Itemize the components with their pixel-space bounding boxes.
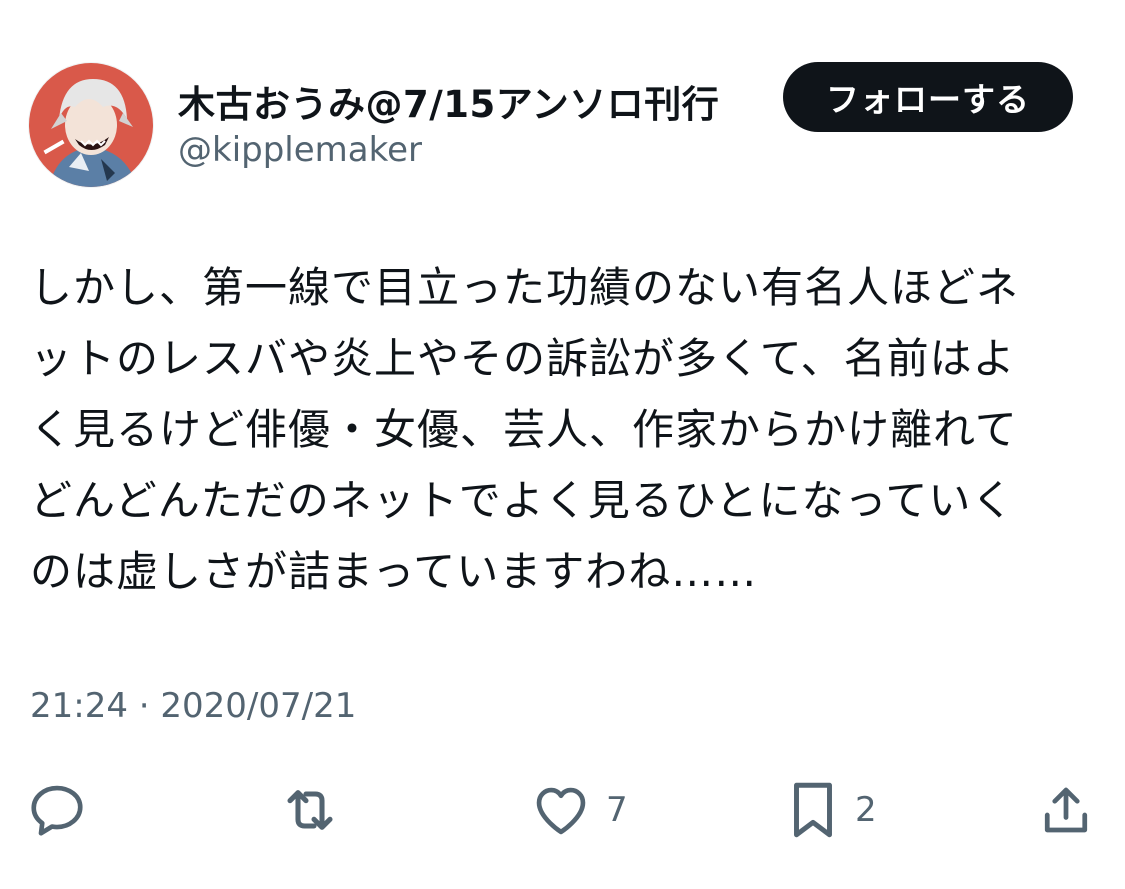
avatar[interactable]	[28, 62, 154, 188]
tweet-actions: 7 2	[0, 770, 1125, 850]
avatar-illustration	[29, 63, 153, 187]
retweet-icon	[287, 790, 333, 830]
heart-icon	[536, 787, 586, 835]
bookmark-icon	[794, 782, 832, 838]
share-icon	[1044, 787, 1088, 833]
reply-icon	[31, 785, 83, 836]
retweet-button[interactable]	[278, 770, 342, 850]
author-handle[interactable]: @kipplemaker	[178, 130, 422, 170]
bookmark-count: 2	[855, 790, 877, 830]
tweet-header: 木古おうみ@7/15アンソロ刊行 @kipplemaker フォローする	[28, 62, 1098, 192]
share-button[interactable]	[1036, 770, 1096, 850]
tweet-text: しかし、第一線で目立った功績のない有名人ほどネ ットのレスバや炎上やその訴訟が多…	[30, 263, 1020, 596]
follow-button[interactable]: フォローする	[783, 62, 1073, 132]
author-display-name[interactable]: 木古おうみ@7/15アンソロ刊行	[178, 74, 719, 128]
bookmark-button[interactable]: 2	[785, 770, 877, 850]
reply-button[interactable]	[26, 770, 88, 850]
tweet-timestamp[interactable]: 21:24 · 2020/07/21	[30, 686, 356, 726]
like-count: 7	[606, 790, 628, 830]
like-button[interactable]: 7	[530, 770, 628, 850]
